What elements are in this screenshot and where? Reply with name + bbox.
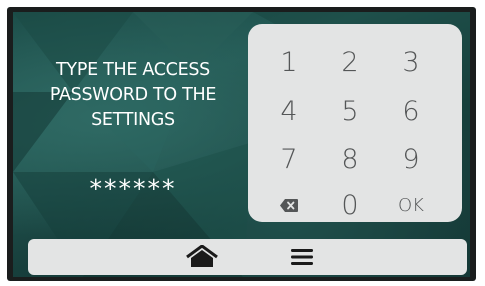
menu-button[interactable] — [282, 241, 322, 273]
home-icon — [186, 245, 218, 267]
bottom-nav-bar — [28, 239, 467, 275]
key-5[interactable]: 5 — [320, 91, 380, 131]
key-9[interactable]: 9 — [381, 139, 441, 179]
key-0[interactable]: 0 — [320, 185, 380, 225]
backspace-icon — [280, 198, 298, 212]
numeric-keypad: 1 2 3 4 5 6 7 8 9 0 OK — [248, 24, 462, 222]
password-field[interactable]: ****** — [53, 174, 213, 203]
home-button[interactable] — [182, 241, 222, 273]
screen: TYPE THE ACCESS PASSWORD TO THE SETTINGS… — [13, 12, 470, 277]
backspace-key[interactable] — [259, 185, 319, 225]
ok-key[interactable]: OK — [381, 185, 441, 225]
key-6[interactable]: 6 — [381, 91, 441, 131]
password-prompt: TYPE THE ACCESS PASSWORD TO THE SETTINGS — [49, 60, 217, 130]
key-3[interactable]: 3 — [381, 42, 441, 82]
key-1[interactable]: 1 — [259, 42, 319, 82]
key-7[interactable]: 7 — [259, 139, 319, 179]
menu-icon — [291, 249, 313, 265]
key-4[interactable]: 4 — [259, 91, 319, 131]
key-2[interactable]: 2 — [320, 42, 380, 82]
key-8[interactable]: 8 — [320, 139, 380, 179]
